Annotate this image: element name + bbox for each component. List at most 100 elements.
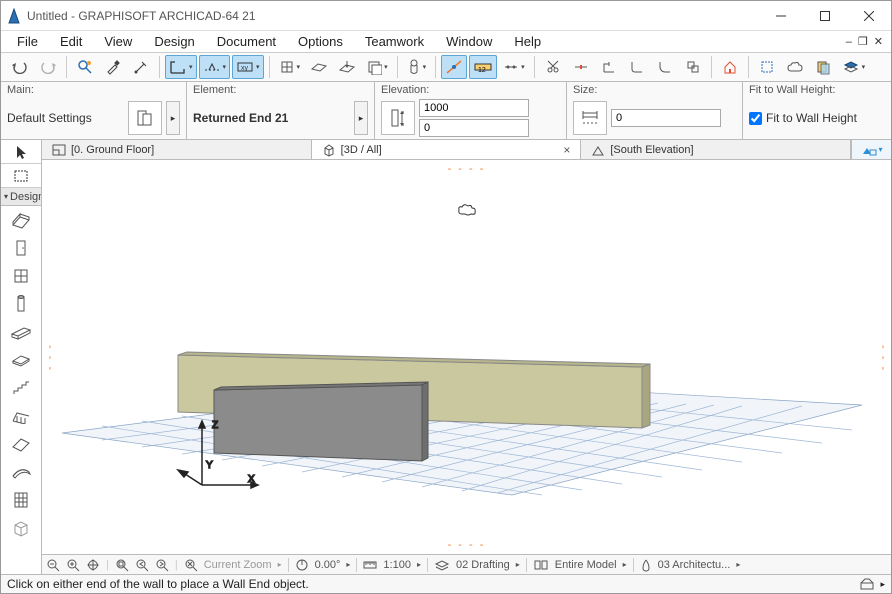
pick-parameters-button[interactable] xyxy=(72,55,98,79)
status-tray-icon[interactable] xyxy=(860,578,874,590)
suspend-button[interactable]: ▾ xyxy=(403,55,431,79)
railing-tool[interactable] xyxy=(1,402,41,430)
arrow-tool[interactable] xyxy=(1,140,41,164)
layer-value[interactable]: 02 Drafting xyxy=(456,559,510,571)
menu-edit[interactable]: Edit xyxy=(50,32,92,51)
mdi-restore-icon[interactable]: ❐ xyxy=(856,35,870,48)
inject-button[interactable] xyxy=(128,55,154,79)
prev-zoom-button[interactable] xyxy=(135,558,149,572)
viewport-3d[interactable]: - - - - - - - - - - - - - - xyxy=(42,160,891,554)
elevation-bottom-input[interactable] xyxy=(419,119,529,137)
column-tool[interactable] xyxy=(1,290,41,318)
model-value[interactable]: Entire Model xyxy=(555,559,617,571)
resize-button[interactable] xyxy=(680,55,706,79)
door-tool[interactable] xyxy=(1,234,41,262)
level-dim-button[interactable]: ▾ xyxy=(199,55,231,79)
cloud-button[interactable] xyxy=(782,55,808,79)
scale-value[interactable]: 1:100 xyxy=(383,559,411,571)
gravity-button[interactable] xyxy=(334,55,360,79)
fit-checkbox-input[interactable] xyxy=(749,112,762,125)
marquee-tool[interactable] xyxy=(1,164,41,188)
beam-tool[interactable] xyxy=(1,318,41,346)
svg-text:12: 12 xyxy=(478,67,486,74)
split-button[interactable] xyxy=(568,55,594,79)
grid-snap-button[interactable]: ▾ xyxy=(275,55,305,79)
status-bar: Click on either end of the wall to place… xyxy=(1,574,891,593)
tab-label-0: [0. Ground Floor] xyxy=(71,144,154,156)
discipline-value[interactable]: 03 Architectu... xyxy=(658,559,731,571)
angle-value[interactable]: 0.00° xyxy=(315,559,341,571)
zoom-in-button[interactable] xyxy=(66,558,80,572)
trim-button[interactable] xyxy=(540,55,566,79)
zoom-label[interactable]: Current Zoom xyxy=(204,559,272,571)
size-input[interactable] xyxy=(611,109,721,127)
elevation-icon[interactable] xyxy=(381,101,415,135)
menu-document[interactable]: Document xyxy=(207,32,286,51)
intersect-button[interactable] xyxy=(624,55,650,79)
plan-icon xyxy=(52,144,66,156)
reset-zoom-button[interactable] xyxy=(184,558,198,572)
wall-tool[interactable] xyxy=(1,206,41,234)
cutplane-button[interactable]: ▾ xyxy=(362,55,392,79)
snap-guide-button[interactable] xyxy=(441,55,467,79)
undo-button[interactable] xyxy=(7,55,33,79)
menu-options[interactable]: Options xyxy=(288,32,353,51)
fit-checkbox[interactable]: Fit to Wall Height xyxy=(749,111,857,125)
snap-ruler-button[interactable]: 12 xyxy=(469,55,497,79)
stair-tool[interactable] xyxy=(1,374,41,402)
maximize-button[interactable] xyxy=(803,1,847,31)
svg-text:xy: xy xyxy=(241,65,249,72)
status-expand-icon[interactable]: ▸ xyxy=(880,579,885,590)
tab-south-elevation[interactable]: [South Elevation] xyxy=(581,140,851,159)
menu-design[interactable]: Design xyxy=(144,32,204,51)
snap-point-button[interactable]: ▾ xyxy=(499,55,529,79)
window-tool[interactable] xyxy=(1,262,41,290)
slab-tool[interactable] xyxy=(1,346,41,374)
menu-view[interactable]: View xyxy=(94,32,142,51)
trace-button[interactable] xyxy=(810,55,836,79)
fit-button[interactable] xyxy=(115,558,129,572)
orientation-button[interactable] xyxy=(295,558,309,572)
pan-button[interactable] xyxy=(86,558,100,572)
fillet-button[interactable] xyxy=(652,55,678,79)
main-dropdown-button[interactable]: ▸ xyxy=(166,101,180,135)
mdi-close-icon[interactable]: ✕ xyxy=(872,35,885,48)
ruler-tool-button[interactable]: ▾ xyxy=(165,55,197,79)
plane-tool-button[interactable] xyxy=(306,55,332,79)
model-icon[interactable] xyxy=(533,559,549,571)
home-button[interactable] xyxy=(717,55,743,79)
layerset-icon[interactable] xyxy=(434,559,450,571)
curtainwall-tool[interactable] xyxy=(1,486,41,514)
morph-tool[interactable] xyxy=(1,514,41,542)
close-button[interactable] xyxy=(847,1,891,31)
elevation-top-input[interactable] xyxy=(419,99,529,117)
redo-button[interactable] xyxy=(35,55,61,79)
element-dropdown-button[interactable]: ▸ xyxy=(354,101,368,135)
pen-icon[interactable] xyxy=(640,558,652,572)
mdi-minimize-icon[interactable]: – xyxy=(844,36,854,48)
eyedropper-button[interactable] xyxy=(100,55,126,79)
menu-teamwork[interactable]: Teamwork xyxy=(355,32,434,51)
roof-tool[interactable] xyxy=(1,430,41,458)
menu-window[interactable]: Window xyxy=(436,32,502,51)
adjust-button[interactable] xyxy=(596,55,622,79)
layers-3d-button[interactable]: ▾ xyxy=(838,55,870,79)
menu-help[interactable]: Help xyxy=(504,32,551,51)
work-area: ▾Design [0. Ground Floor] [3D / All] × xyxy=(1,140,891,574)
tab-ground-floor[interactable]: [0. Ground Floor] xyxy=(42,140,312,159)
tab-overflow[interactable]: ▾ xyxy=(851,140,891,159)
minimize-button[interactable] xyxy=(759,1,803,31)
tab-close-icon[interactable]: × xyxy=(563,143,570,157)
shell-tool[interactable] xyxy=(1,458,41,486)
design-header[interactable]: ▾Design xyxy=(1,188,41,206)
settings-icon-button[interactable] xyxy=(128,101,162,135)
tab-3d-all[interactable]: [3D / All] × xyxy=(312,140,582,159)
marquee-select-button[interactable] xyxy=(754,55,780,79)
menu-file[interactable]: File xyxy=(7,32,48,51)
element-label: Element: xyxy=(193,84,368,99)
scale-icon[interactable] xyxy=(363,559,377,571)
zoom-out-button[interactable] xyxy=(46,558,60,572)
coord-input-button[interactable]: xy▾ xyxy=(232,55,264,79)
size-icon[interactable] xyxy=(573,101,607,135)
next-zoom-button[interactable] xyxy=(155,558,169,572)
